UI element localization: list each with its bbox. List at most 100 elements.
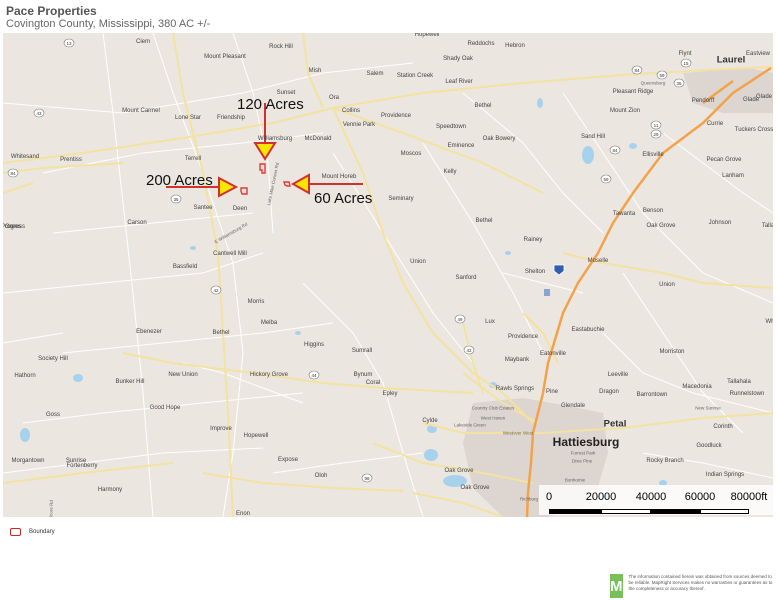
highway-shield-label: 15 xyxy=(683,61,689,66)
place-label-kelly: Kelly xyxy=(443,169,457,175)
place-label-lux: Lux xyxy=(485,319,495,325)
place-label-leeville: Leeville xyxy=(607,372,629,378)
place-label-tawanta: Tawanta xyxy=(612,211,636,217)
place-label-maybank: Maybank xyxy=(504,357,530,363)
place-label-westover-west: Westover West xyxy=(502,430,534,436)
map-legend: Boundary xyxy=(10,528,55,536)
highway-shield-84: 84 xyxy=(631,65,643,75)
page-title: Pace Properties xyxy=(6,4,97,18)
place-label-oak-grove: Oak Grove xyxy=(444,468,474,474)
place-label-morris: Morris xyxy=(247,299,265,305)
place-label-hebron: Hebron xyxy=(505,43,525,49)
place-label-morgantown: Morgantown xyxy=(11,458,45,464)
place-label-shady-oak: Shady Oak xyxy=(443,56,473,62)
disclaimer: M The information contained herein was o… xyxy=(610,574,776,598)
place-label-society-hill: Society Hill xyxy=(38,356,68,362)
scale-segment-4 xyxy=(700,509,749,514)
scale-label-2: 40000 xyxy=(635,491,667,503)
secondary-roads xyxy=(3,33,773,517)
place-label-mount-zion: Mount Zion xyxy=(609,108,641,114)
place-label-talla: Talla xyxy=(761,223,773,229)
place-label-oak-bowery: Oak Bowery xyxy=(482,136,516,142)
place-label-clem: Clem xyxy=(135,39,151,45)
place-label-pine: Pine xyxy=(545,389,559,395)
scale-segment-1 xyxy=(549,509,601,514)
place-label-new-sunrise: New Sunrise xyxy=(695,405,721,411)
place-label-fortenberry: Fortenberry xyxy=(66,463,98,469)
place-label-cantwell-mill: Cantwell Mill xyxy=(213,251,247,257)
place-label-seminary: Seminary xyxy=(388,196,414,202)
highway-shield-label: 29 xyxy=(653,132,659,137)
arrow-head-120 xyxy=(253,142,277,161)
place-label-whitesand: Whitesand xyxy=(10,154,40,160)
place-label-ora: Ora xyxy=(328,95,340,101)
place-label-new-union: New Union xyxy=(168,372,198,378)
legend-boundary-label: Boundary xyxy=(29,529,55,535)
place-label-coral: Coral xyxy=(365,380,381,386)
place-label-providence: Providence xyxy=(380,113,412,119)
place-label-glendale: Glendale xyxy=(560,403,586,409)
place-label-harmony: Harmony xyxy=(97,487,123,493)
page-subtitle: Covington County, Mississippi, 380 AC +/… xyxy=(6,18,211,30)
highway-shield-label: 49 xyxy=(457,317,463,322)
highway-shield-42: 42 xyxy=(463,345,475,355)
boundary-swatch-icon xyxy=(10,528,21,536)
place-label-eatonville: Eatonville xyxy=(539,351,567,357)
place-label-dragon: Dragon xyxy=(599,389,619,395)
place-label-oloh: Oloh xyxy=(314,473,328,479)
highway-shield-label: 59 xyxy=(659,73,665,78)
place-label-tuckers-crossing: Tuckers Crossing xyxy=(734,127,773,133)
map-area[interactable]: 13 84 43 84 35 42 49 42 44 98 15 59 11 84 59 35 29 Clem R… xyxy=(3,33,773,517)
place-label-mount-pleasant: Mount Pleasant xyxy=(204,54,246,60)
arrow-head-60 xyxy=(290,173,310,195)
scale-segment-3 xyxy=(651,509,700,514)
parcel-120-boundary xyxy=(259,163,266,174)
place-label-moselle: Moselle xyxy=(587,258,609,264)
highway-shield-13: 13 xyxy=(63,38,75,48)
place-label-macedonia: Macedonia xyxy=(682,384,712,390)
place-label-vennie-park: Vennie Park xyxy=(342,122,376,128)
place-label-epley: Epley xyxy=(382,391,398,397)
place-label-deen: Deen xyxy=(232,206,248,212)
place-label-providence: Providence xyxy=(507,334,539,340)
highway-shield-label: 13 xyxy=(66,41,72,46)
place-label-reddochs: Reddochs xyxy=(467,41,495,47)
place-label-lanham: Lanham xyxy=(722,173,744,179)
place-label-higgins: Higgins xyxy=(303,342,325,348)
scale-label-0: 0 xyxy=(545,491,553,503)
highway-shield-label: 59 xyxy=(603,177,609,182)
highway-shield-label: 98 xyxy=(364,476,370,481)
interstate-shield xyxy=(544,264,565,296)
scale-label-3: 60000 xyxy=(684,491,716,503)
highway-shield-35: 35 xyxy=(170,194,182,204)
highway-shield-98: 98 xyxy=(361,473,373,483)
place-label-santee: Santee xyxy=(193,205,213,211)
place-label-salem: Salem xyxy=(366,71,384,77)
place-label-glade: Glade xyxy=(755,94,773,100)
place-label-bynum: Bynum xyxy=(353,372,373,378)
place-label-union: Union xyxy=(410,259,426,265)
place-label-bethel: Bethel xyxy=(475,218,493,224)
highway-shield-label: 11 xyxy=(654,123,659,128)
place-label-dixie-pine: Dixie Pine xyxy=(571,458,593,464)
place-label-hickory-grove: Hickory Grove xyxy=(249,372,289,378)
place-label-oak-grove: Oak Grove xyxy=(646,223,676,229)
place-label-goodluck: Goodluck xyxy=(696,443,722,449)
road-label-2: Dr Moore Rd xyxy=(48,500,54,517)
place-label-corinth: Corinth xyxy=(713,424,733,430)
place-label-shelton: Shelton xyxy=(524,269,546,275)
place-label-pendorff: Pendorff xyxy=(691,98,715,104)
highway-shield-15: 15 xyxy=(680,58,692,68)
place-label-enon: Enon xyxy=(235,511,251,517)
highway-shield-label: 43 xyxy=(36,111,42,116)
place-label-lakeside-green: Lakeside Green xyxy=(454,422,486,428)
place-label-lone-star: Lone Star xyxy=(174,115,202,121)
place-label-barrontown: Barrontown xyxy=(636,392,668,398)
highway-shield-label: 35 xyxy=(676,81,682,86)
highway-shield-43: 43 xyxy=(33,108,45,118)
highway-shield-11: 11 xyxy=(650,120,662,130)
place-label-goss: Goss xyxy=(45,412,61,418)
place-label-union: Union xyxy=(659,282,675,288)
place-label-indian-springs: Indian Springs xyxy=(705,472,745,478)
place-label-cylde: Cylde xyxy=(422,418,438,424)
